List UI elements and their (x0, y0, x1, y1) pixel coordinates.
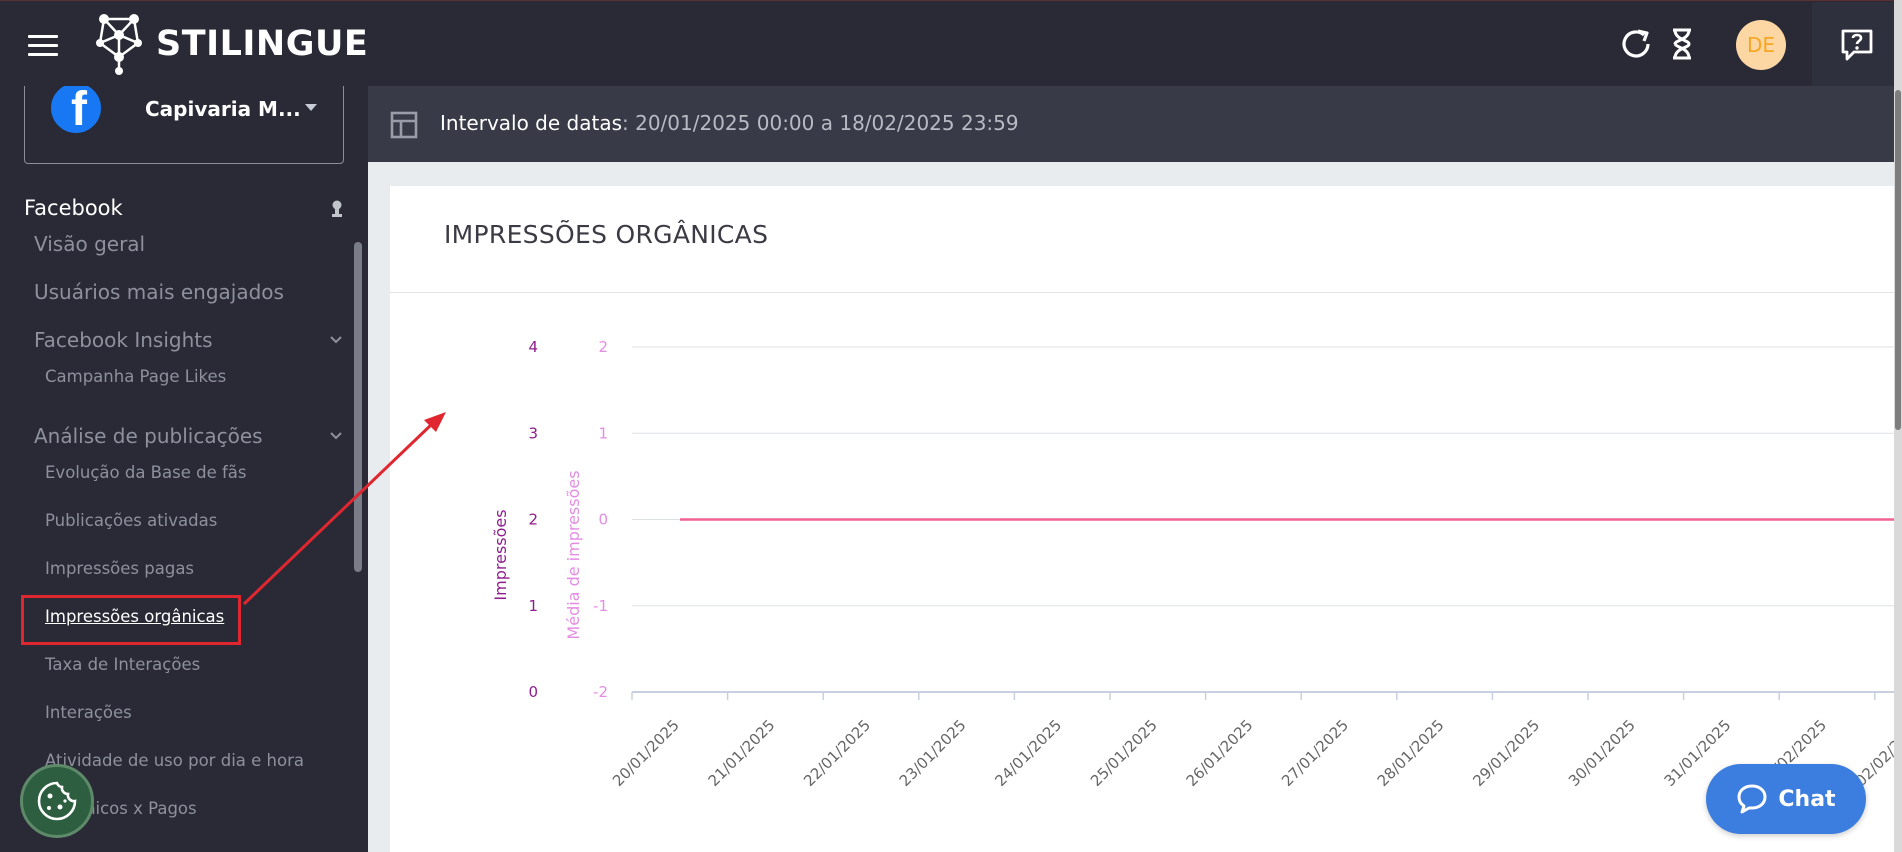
avatar[interactable]: DE (1736, 20, 1786, 70)
chevron-down-icon[interactable] (330, 334, 342, 346)
sidebar-item-evolucao-base-fas[interactable]: Evolução da Base de fãs (45, 463, 247, 482)
chart: -2 -1 0 1 2 0 1 2 3 4 Impressões Média de impressõe… (491, 338, 1902, 790)
x-tick-label: 24/01/2025 (991, 716, 1065, 790)
cookie-icon (37, 781, 77, 821)
y2-tick-label: 0 (598, 511, 608, 529)
top-bar: STILINGUE DE (0, 0, 1902, 87)
chat-label: Chat (1778, 786, 1836, 812)
y-tick-label: 3 (528, 424, 538, 442)
logo[interactable]: STILINGUE (96, 11, 368, 77)
facebook-icon: f (51, 86, 101, 133)
x-tick-label: 28/01/2025 (1374, 716, 1448, 790)
sidebar-item-facebook-insights[interactable]: Facebook Insights (34, 328, 213, 352)
page-scrollbar-thumb[interactable] (1895, 90, 1901, 430)
caret-down-icon (305, 104, 317, 111)
chevron-down-icon[interactable] (330, 430, 342, 442)
chat-button[interactable]: Chat (1706, 764, 1866, 834)
y2-axis-title: Média de impressões (564, 470, 583, 639)
highlight-box (21, 595, 241, 645)
x-tick-label: 29/01/2025 (1469, 716, 1543, 790)
x-tick-label: 30/01/2025 (1565, 716, 1639, 790)
card-title: IMPRESSÕES ORGÂNICAS (444, 220, 769, 249)
date-range-bar: Intervalo de datas: 20/01/2025 00:00 a 1… (368, 86, 1902, 162)
sidebar-item-taxa-interacoes[interactable]: Taxa de Interações (45, 655, 200, 674)
pin-icon[interactable] (330, 200, 344, 220)
brand-name: STILINGUE (156, 24, 369, 64)
y2-tick-label: -1 (593, 597, 608, 615)
y-tick-label: 2 (528, 511, 538, 529)
chart-card: IMPRESSÕES ORGÂNICAS -2 -1 0 1 2 0 1 2 3 4 Impress… (390, 186, 1902, 852)
sidebar-item-impressoes-pagas[interactable]: Impressões pagas (45, 559, 194, 578)
sidebar-item-campanha-page-likes[interactable]: Campanha Page Likes (45, 367, 226, 386)
y2-tick-label: 2 (598, 338, 608, 356)
x-tick-label: 27/01/2025 (1278, 716, 1352, 790)
chat-bubble-icon (1737, 784, 1767, 814)
menu-icon[interactable] (28, 35, 58, 57)
y2-tick-label: 1 (598, 424, 608, 442)
x-tick-label: 22/01/2025 (800, 716, 874, 790)
x-tick-label: 23/01/2025 (896, 716, 970, 790)
x-tick-label: 25/01/2025 (1087, 716, 1161, 790)
cookie-settings-button[interactable] (20, 764, 94, 838)
y-axis-title: Impressões (491, 509, 510, 600)
account-name: Capivaria M... (145, 97, 301, 121)
sidebar-item-atividade-uso[interactable]: Atividade de uso por dia e hora (45, 751, 304, 770)
refresh-icon[interactable] (1618, 26, 1654, 62)
date-range-label: Intervalo de datas (440, 111, 623, 135)
y-tick-label: 4 (528, 338, 538, 356)
section-title-facebook: Facebook (24, 196, 123, 220)
y2-tick-label: -2 (593, 683, 608, 701)
logo-icon (96, 14, 142, 75)
help-chat-icon (1841, 29, 1873, 60)
x-tick-label: 26/01/2025 (1183, 716, 1257, 790)
sidebar-item-visao-geral[interactable]: Visão geral (34, 232, 145, 256)
layout-icon[interactable] (390, 111, 418, 139)
sidebar-item-publicacoes-ativadas[interactable]: Publicações ativadas (45, 511, 217, 530)
help-button[interactable] (1812, 2, 1902, 87)
x-tick-label: 21/01/2025 (705, 716, 779, 790)
date-range[interactable]: Intervalo de datas: 20/01/2025 00:00 a 1… (440, 111, 1019, 135)
sidebar-item-analise-publicacoes[interactable]: Análise de publicações (34, 424, 263, 448)
account-selector[interactable]: f Capivaria M... (24, 86, 344, 164)
x-tick-label: 20/01/2025 (609, 716, 683, 790)
sidebar-item-usuarios-engajados[interactable]: Usuários mais engajados (34, 280, 284, 304)
sidebar: f Capivaria M... Facebook Visão geral Us… (0, 86, 368, 852)
sidebar-scrollbar[interactable] (354, 242, 362, 572)
sidebar-item-interacoes[interactable]: Interações (45, 703, 132, 722)
y-tick-label: 1 (528, 597, 538, 615)
y-tick-label: 0 (528, 683, 538, 701)
hourglass-icon[interactable] (1664, 26, 1700, 62)
date-range-value: : 20/01/2025 00:00 a 18/02/2025 23:59 (622, 111, 1019, 135)
